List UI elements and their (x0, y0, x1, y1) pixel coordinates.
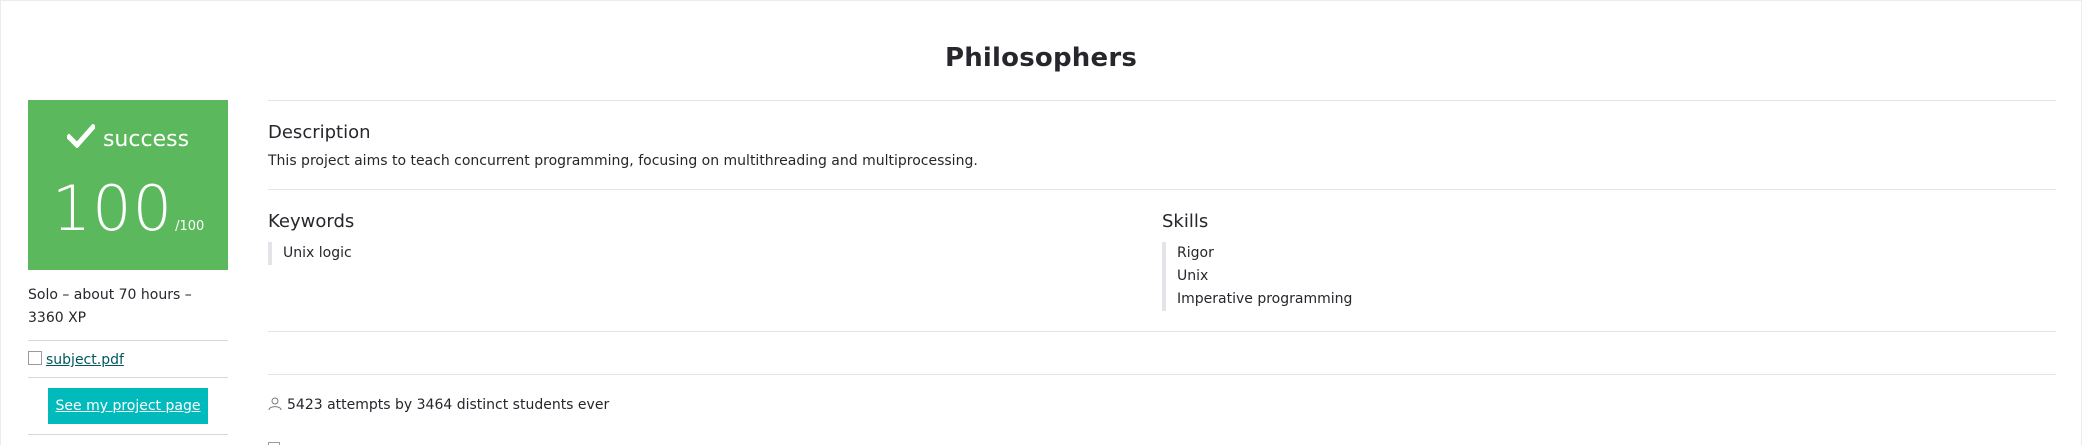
project-details: Description This project aims to teach c… (268, 100, 2056, 415)
subject-row: subject.pdf (28, 341, 228, 378)
see-project-page-button[interactable]: See my project page (48, 388, 208, 424)
keywords-section: Keywords Unix logic (268, 211, 1162, 311)
button-row: See my project page (28, 378, 228, 435)
skill-item: Imperative programming (1177, 291, 1353, 307)
keywords-heading: Keywords (268, 211, 355, 232)
page-title: Philosophers (944, 43, 1138, 73)
description-text: This project aims to teach concurrent pr… (268, 153, 978, 169)
checkmark-icon (65, 123, 97, 154)
score-row: 100/100 (28, 178, 228, 240)
stats-row: 5423 attempts by 3464 distinct students … (268, 375, 2056, 415)
skills-section: Skills Rigor Unix Imperative programming (1162, 211, 2056, 311)
skill-item: Rigor (1177, 245, 1214, 261)
subject-link[interactable]: subject.pdf (46, 352, 124, 368)
description-heading: Description (268, 122, 371, 143)
person-icon (268, 397, 282, 415)
project-meta: Solo – about 70 hours – 3360 XP (28, 284, 228, 341)
status-card: success 100/100 (28, 100, 228, 270)
status-row: success (28, 123, 228, 154)
score-max: /100 (175, 219, 205, 234)
attempts-text: 5423 attempts by 3464 distinct students … (287, 397, 610, 413)
keywords-list: Unix logic (268, 242, 1162, 265)
project-sidebar: success 100/100 Solo – about 70 hours – … (28, 100, 228, 435)
skill-item: Unix (1177, 268, 1209, 284)
keywords-skills-row: Keywords Unix logic Skills Rigor Unix Im… (268, 190, 2056, 331)
skills-heading: Skills (1162, 211, 1209, 232)
description-section: Description This project aims to teach c… (268, 101, 2056, 189)
skills-list: Rigor Unix Imperative programming (1162, 242, 2056, 311)
file-icon (28, 351, 42, 365)
keyword-item: Unix logic (283, 245, 352, 261)
score-value: 100 (51, 172, 174, 245)
project-page: Philosophers success 100/100 Solo – abou… (0, 0, 2082, 445)
status-label: success (102, 127, 190, 152)
